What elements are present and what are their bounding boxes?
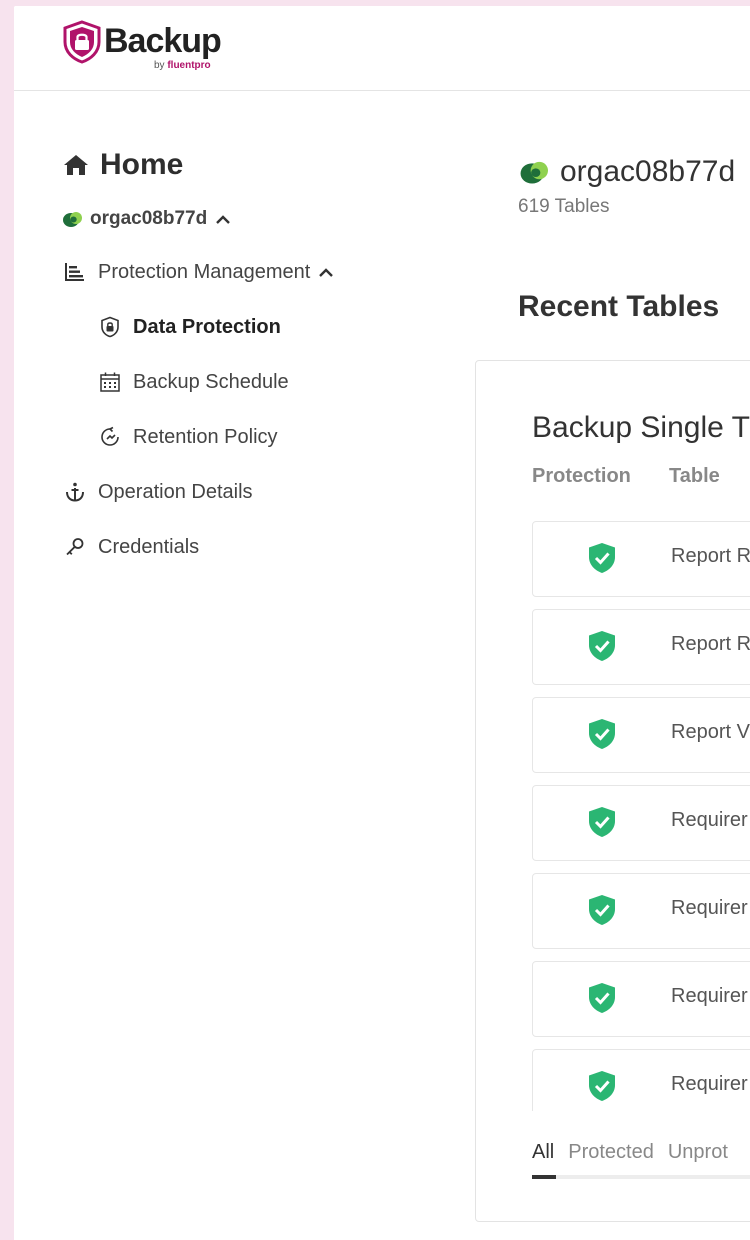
protected-shield-icon [589,1071,615,1101]
sidebar-item-label: Protection Management [98,260,311,283]
protected-shield-icon [589,719,615,749]
table-row[interactable]: Requirer [532,873,750,949]
org-title-text: orgac08b77d [560,155,736,188]
app-window: Backup by fluentpro Home orgac08b77d Pro… [14,6,750,1240]
protected-shield-icon [589,631,615,661]
sidebar-nav: Home orgac08b77d Protection Management D… [62,144,442,562]
filter-tab-all[interactable]: All [532,1141,554,1164]
sidebar-item-operation-details[interactable]: Operation Details [62,477,442,507]
table-row[interactable]: Requirer [532,961,750,1037]
top-bar: Backup by fluentpro [14,6,750,91]
table-name: Requirer [671,897,748,919]
card-title: Backup Single T [532,411,750,444]
sidebar-item-label: Backup Schedule [133,370,289,393]
list-chart-icon [62,261,88,283]
backup-single-table-card: Backup Single T Protection Table Report … [475,360,750,1222]
table-row[interactable]: Requirer [532,1049,750,1111]
chevron-up-icon [216,215,231,224]
home-icon [64,155,88,175]
nav-org-toggle[interactable]: orgac08b77d [62,206,442,232]
table-name: Requirer [671,1073,748,1095]
nav-home[interactable]: Home [62,144,442,186]
table-row[interactable]: Requirer [532,785,750,861]
filter-tab-protected[interactable]: Protected [568,1141,654,1164]
nav-home-label: Home [100,148,184,181]
logo-shield-icon [63,20,101,64]
logo-byline: by fluentpro [154,60,211,71]
calendar-icon [97,371,123,393]
table-name: Requirer [671,985,748,1007]
table-name: Requirer [671,809,748,831]
protected-shield-icon [589,895,615,925]
retention-icon [97,426,123,448]
chevron-up-icon [319,268,334,277]
sidebar-item-label: Credentials [98,535,200,558]
table-name: Report V [671,721,750,743]
sidebar-item-label: Data Protection [133,315,281,338]
logo-wordmark: Backup [104,22,222,60]
sidebar-item-protection-management[interactable]: Protection Management [62,257,442,287]
filter-tabs: All Protected Unprot [532,1141,742,1164]
lock-shield-icon [97,316,123,338]
dataverse-org-icon [63,212,82,227]
org-title: orgac08b77d [518,154,735,190]
filter-tab-track [532,1175,750,1179]
key-icon [62,536,88,558]
sidebar-item-label: Retention Policy [133,425,278,448]
table-row[interactable]: Report R [532,609,750,685]
nav-org-label: orgac08b77d [90,208,208,229]
column-header-protection[interactable]: Protection [532,465,631,488]
tables-count: 619 Tables [518,196,610,217]
sidebar-item-backup-schedule[interactable]: Backup Schedule [62,367,442,397]
dataverse-org-icon [520,161,548,184]
sidebar-item-retention-policy[interactable]: Retention Policy [62,422,442,452]
sidebar-item-label: Operation Details [98,480,253,503]
protected-shield-icon [589,543,615,573]
filter-tab-unprotected[interactable]: Unprot [668,1141,728,1164]
table-name: Report R [671,545,750,567]
org-header: orgac08b77d 619 Tables [518,154,735,218]
table-list: Report R Report R Report V Requirer Requ… [532,521,750,1111]
table-row[interactable]: Report R [532,521,750,597]
anchor-icon [62,481,88,503]
table-row[interactable]: Report V [532,697,750,773]
protected-shield-icon [589,983,615,1013]
recent-tables-heading: Recent Tables [518,290,720,323]
sidebar-item-data-protection[interactable]: Data Protection [62,312,442,342]
protected-shield-icon [589,807,615,837]
sidebar-item-credentials[interactable]: Credentials [62,532,442,562]
column-header-table[interactable]: Table [669,465,720,488]
table-name: Report R [671,633,750,655]
filter-tab-indicator [532,1175,556,1179]
